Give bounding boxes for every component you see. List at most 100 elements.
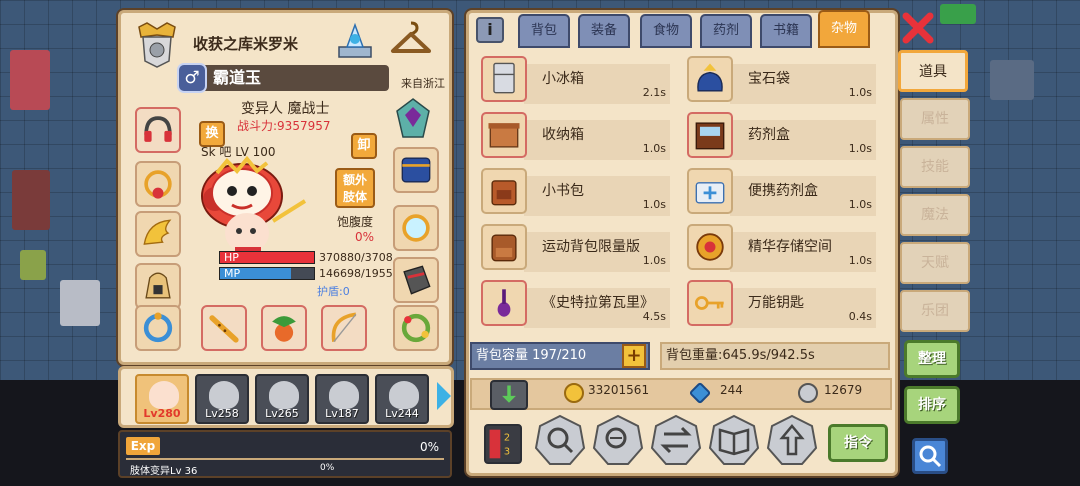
character-origin: 来自浙江 bbox=[401, 77, 445, 90]
equip-slot-wings[interactable] bbox=[135, 211, 181, 257]
close-icon[interactable] bbox=[900, 10, 936, 46]
item-time: 1.0s bbox=[848, 254, 872, 267]
pet-portrait bbox=[269, 381, 299, 409]
item-essence-storage[interactable]: 精华存储空间 1.0s bbox=[684, 220, 884, 272]
unload-button[interactable]: 卸 bbox=[351, 133, 377, 159]
side-tab-attributes[interactable]: 属性 bbox=[900, 98, 970, 140]
numeric-sort-button[interactable]: 2 3 bbox=[484, 424, 522, 464]
tab-books[interactable]: 书籍 bbox=[760, 14, 812, 48]
dark-gauntlet-icon bbox=[403, 265, 431, 295]
item-portable-potion-box[interactable]: 便携药剂盒 1.0s bbox=[684, 164, 884, 216]
equip-slot-headphones[interactable] bbox=[135, 107, 181, 153]
character-panel: 收获之库米罗米 霸道玉 ♂ 来自浙江 变异人 魔战士 战斗力:9357957 换… bbox=[118, 10, 452, 365]
pet-slot-3[interactable]: Lv265 bbox=[255, 374, 309, 424]
pet-portrait bbox=[209, 381, 239, 409]
extra-limb-button[interactable]: 额外 肢体 bbox=[335, 168, 375, 208]
item-icon-frame bbox=[481, 280, 527, 326]
sort-button[interactable]: 排序 bbox=[904, 386, 960, 424]
item-potion-box[interactable]: 药剂盒 1.0s bbox=[684, 108, 884, 160]
tab-potion[interactable]: 药剂 bbox=[700, 14, 752, 48]
open-book-icon[interactable] bbox=[708, 414, 760, 466]
command-button[interactable]: 指令 bbox=[828, 424, 888, 462]
side-tab-skills[interactable]: 技能 bbox=[900, 146, 970, 188]
item-storage-box[interactable]: 收纳箱 1.0s bbox=[478, 108, 678, 160]
crystal-altar-icon[interactable] bbox=[333, 17, 377, 61]
item-time: 1.0s bbox=[848, 86, 872, 99]
golden-wings-icon bbox=[143, 219, 172, 245]
tab-food[interactable]: 食物 bbox=[640, 14, 692, 48]
number-123-icon: 2 3 bbox=[489, 429, 510, 459]
equip-slot-flute[interactable] bbox=[201, 305, 247, 351]
pet-portrait bbox=[149, 381, 179, 409]
item-icon-frame bbox=[687, 168, 733, 214]
pet-slot-5[interactable]: Lv244 bbox=[375, 374, 429, 424]
tab-equipment[interactable]: 装备 bbox=[578, 14, 630, 48]
equip-slot-bracelet[interactable] bbox=[135, 305, 181, 351]
exchange-arrows-icon[interactable] bbox=[650, 414, 702, 466]
equip-slot-armor[interactable] bbox=[393, 147, 439, 193]
pet-level: Lv244 bbox=[385, 407, 419, 420]
item-small-backpack[interactable]: 小书包 1.0s bbox=[478, 164, 678, 216]
equip-slot-wreath[interactable] bbox=[393, 305, 439, 351]
item-gem-bag[interactable]: 宝石袋 1.0s bbox=[684, 52, 884, 104]
gem-bag-icon bbox=[697, 63, 723, 92]
character-avatar[interactable] bbox=[187, 151, 317, 261]
item-time: 1.0s bbox=[848, 198, 872, 211]
item-icon-frame bbox=[687, 112, 733, 158]
background-furniture bbox=[10, 50, 50, 110]
pet-level: Lv187 bbox=[325, 407, 359, 420]
item-time: 2.1s bbox=[642, 86, 666, 99]
equip-slot-bow[interactable] bbox=[321, 305, 367, 351]
pet-level: Lv265 bbox=[265, 407, 299, 420]
master-key-icon bbox=[694, 296, 724, 310]
item-master-key[interactable]: 万能钥匙 0.4s bbox=[684, 276, 884, 328]
info-button[interactable]: i bbox=[476, 17, 504, 43]
side-tab-magic[interactable]: 魔法 bbox=[900, 194, 970, 236]
silver-amount: 12679 bbox=[824, 383, 863, 397]
pet-selector: Lv280 Lv258 Lv265 Lv187 Lv244 bbox=[118, 366, 454, 428]
download-icon bbox=[502, 385, 516, 403]
item-name: 小冰箱 bbox=[542, 71, 584, 87]
pet-slot-1[interactable]: Lv280 bbox=[135, 374, 189, 424]
hooded-helmet-icon bbox=[145, 272, 171, 299]
equip-slot-pumpkin[interactable] bbox=[261, 305, 307, 351]
arrange-button[interactable]: 整理 bbox=[904, 340, 960, 378]
hanger-icon[interactable] bbox=[389, 17, 433, 61]
pet-slot-2[interactable]: Lv258 bbox=[195, 374, 249, 424]
flower-wreath-icon bbox=[401, 313, 431, 343]
expand-capacity-button[interactable]: + bbox=[622, 344, 646, 368]
item-violin-book[interactable]: 《史特拉第瓦里》 4.5s bbox=[478, 276, 678, 328]
pet-next-arrow-icon[interactable] bbox=[437, 382, 451, 410]
portable-potion-box-icon bbox=[695, 182, 725, 204]
pumpkin-charm-icon bbox=[272, 316, 296, 342]
magnify-filter-icon[interactable] bbox=[592, 414, 644, 466]
teal-gem-icon[interactable] bbox=[393, 97, 433, 141]
item-name: 精华存储空间 bbox=[748, 239, 832, 255]
side-tab-items[interactable]: 道具 bbox=[898, 50, 968, 92]
mp-value: 146698/1955 bbox=[319, 267, 393, 280]
download-button[interactable] bbox=[490, 380, 528, 410]
item-icon-frame bbox=[481, 168, 527, 214]
item-time: 1.0s bbox=[642, 142, 666, 155]
item-icon-frame bbox=[687, 280, 733, 326]
tab-misc[interactable]: 杂物 bbox=[818, 10, 870, 48]
item-sport-backpack[interactable]: 运动背包限量版 1.0s bbox=[478, 220, 678, 272]
item-time: 1.0s bbox=[642, 198, 666, 211]
item-fridge[interactable]: 小冰箱 2.1s bbox=[478, 52, 678, 104]
magnify-search-icon[interactable] bbox=[534, 414, 586, 466]
equip-slot-necklace[interactable] bbox=[135, 161, 181, 207]
item-name: 小书包 bbox=[542, 183, 584, 199]
item-name: 《史特拉第瓦里》 bbox=[542, 295, 654, 311]
equip-slot-helmet[interactable] bbox=[135, 263, 181, 309]
side-tab-talent[interactable]: 天赋 bbox=[900, 242, 970, 284]
side-tab-band[interactable]: 乐团 bbox=[900, 290, 970, 332]
upgrade-arrow-icon[interactable] bbox=[766, 414, 818, 466]
headphones-icon bbox=[144, 116, 172, 142]
background-furniture bbox=[940, 4, 976, 24]
equip-slot-gauntlet[interactable] bbox=[393, 257, 439, 303]
pet-slot-4[interactable]: Lv187 bbox=[315, 374, 369, 424]
extra-limb-label-2: 肢体 bbox=[342, 190, 367, 204]
search-button[interactable] bbox=[912, 438, 948, 474]
equip-slot-mirror[interactable] bbox=[393, 205, 439, 251]
tab-backpack[interactable]: 背包 bbox=[518, 14, 570, 48]
